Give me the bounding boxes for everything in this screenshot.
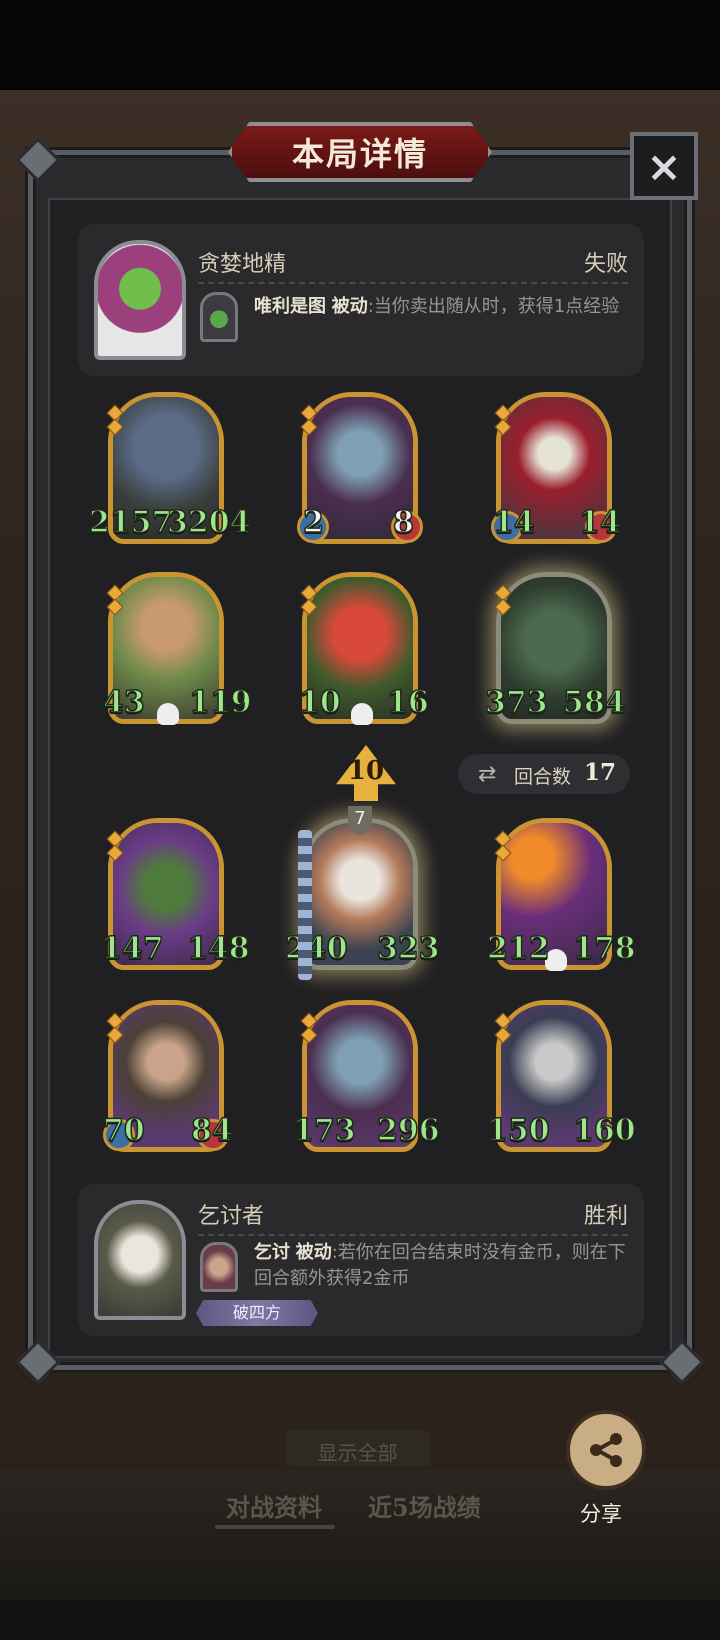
minion-health: 178	[572, 930, 636, 967]
minion-health: 3204	[166, 504, 251, 541]
tab-battle-info[interactable]: 对战资料	[226, 1488, 322, 1523]
minion-health: 8	[392, 504, 414, 541]
opponent-panel: 贪婪地精 失败 唯利是图 被动:当你卖出随从时，获得1点经验	[78, 224, 644, 376]
minion-health: 160	[572, 1112, 636, 1149]
minion-health: 148	[186, 930, 250, 967]
opponent-name: 贪婪地精	[198, 252, 287, 277]
minion-health: 584	[562, 684, 626, 721]
player-result: 胜利	[583, 1204, 628, 1229]
dialog-title-banner: 本局详情	[228, 122, 492, 182]
status-area	[0, 0, 720, 90]
minion-card[interactable]: 70 84	[102, 1000, 233, 1152]
player-avatar[interactable]	[94, 1200, 186, 1320]
tab-recent-5[interactable]: 近5场战绩	[368, 1488, 481, 1523]
dialog-title: 本局详情	[291, 135, 428, 173]
minion-attack: 43	[102, 684, 145, 721]
player-name: 乞讨者	[198, 1204, 265, 1229]
tier-chain	[298, 830, 312, 980]
minion-card[interactable]: 2 8	[297, 392, 423, 544]
minion-card[interactable]: 212 178	[486, 818, 636, 971]
minion-attack: 14	[492, 504, 535, 541]
minion-health: 84	[190, 1112, 233, 1149]
minion-health: 323	[376, 930, 440, 967]
player-panel: 乞讨者 胜利 乞讨 被动:若你在回合结束时没有金币，则在下回合额外获得2金币	[78, 1184, 644, 1336]
minion-card[interactable]: 43 119	[102, 572, 252, 725]
divider	[198, 282, 628, 284]
deathrattle-icon	[157, 703, 179, 725]
minion-card[interactable]: 10 16	[298, 572, 429, 725]
close-icon: ×	[646, 141, 682, 191]
skill-name: 乞讨	[254, 1242, 290, 1263]
share-icon	[590, 1433, 622, 1467]
share-label: 分享	[580, 1502, 622, 1526]
skill-icon[interactable]	[200, 1242, 238, 1292]
player-title-tag: 破四方	[196, 1300, 318, 1326]
player-skill-description: 乞讨 被动:若你在回合结束时没有金币，则在下回合额外获得2金币	[254, 1240, 634, 1292]
share-button[interactable]	[566, 1410, 646, 1490]
minion-health: 16	[386, 684, 429, 721]
skill-type: 被动	[331, 296, 368, 317]
opponent-result: 失败	[583, 252, 628, 277]
minion-attack: 173	[292, 1112, 356, 1149]
minion-attack: 10	[298, 684, 341, 721]
minion-card[interactable]: 147 148	[100, 818, 250, 970]
divider	[198, 1234, 628, 1236]
turn-label: 回合数	[514, 766, 572, 788]
minion-card[interactable]: 150 160	[486, 1000, 636, 1152]
skill-type: 被动	[295, 1242, 332, 1263]
minion-card[interactable]: 2157 3204	[88, 392, 251, 544]
minion-card[interactable]: 173 296	[292, 1000, 440, 1152]
minion-card[interactable]: 14 14	[491, 392, 621, 544]
minion-attack: 2157	[88, 504, 173, 541]
minion-attack: 147	[100, 930, 164, 967]
refresh-icon: ⇄	[478, 762, 497, 787]
opponent-avatar[interactable]	[94, 240, 186, 360]
skill-name: 唯利是图	[254, 296, 326, 317]
minion-attack: 373	[484, 684, 548, 721]
opponent-skill-description: 唯利是图 被动:当你卖出随从时，获得1点经验	[254, 294, 634, 320]
minion-attack: 240	[284, 930, 348, 967]
close-button[interactable]: ×	[630, 132, 698, 200]
minion-attack: 2	[302, 504, 324, 541]
turn-value: 17	[584, 759, 617, 786]
show-all-button[interactable]: 显示全部	[285, 1430, 430, 1466]
tavern-level: 10	[347, 756, 385, 786]
minion-attack: 70	[102, 1112, 145, 1149]
minion-health: 14	[578, 504, 621, 541]
skill-icon[interactable]	[200, 292, 238, 342]
turn-counter: ⇄ 回合数 17	[458, 754, 630, 794]
minion-health: 119	[188, 684, 252, 721]
skill-desc: :当你卖出随从时，获得1点经验	[367, 296, 620, 317]
deathrattle-icon	[351, 703, 373, 725]
minion-card-golden[interactable]: 240 323	[284, 818, 440, 970]
minion-card-golden[interactable]: 373 584	[484, 572, 626, 724]
minion-attack: 212	[486, 930, 550, 967]
minion-attack: 150	[486, 1112, 550, 1149]
minion-health: 296	[376, 1112, 440, 1149]
tab-indicator	[215, 1525, 335, 1529]
